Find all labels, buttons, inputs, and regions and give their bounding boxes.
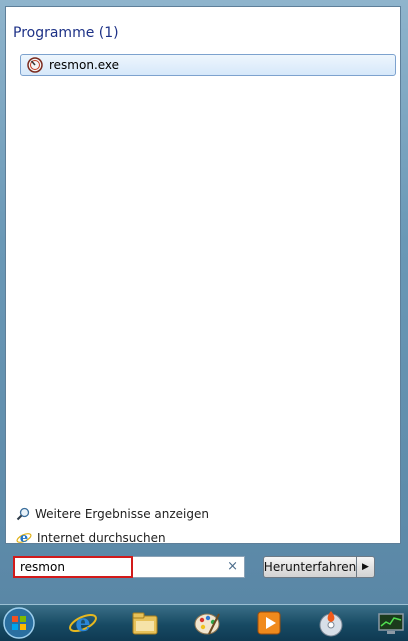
search-input[interactable] bbox=[13, 556, 133, 578]
taskbar: e bbox=[0, 604, 408, 641]
search-results-panel: Programme (1) resmon.exe Weitere Ergebni… bbox=[5, 6, 401, 546]
shutdown-options-arrow-icon[interactable]: ▶ bbox=[357, 556, 375, 578]
disc-burner-icon bbox=[319, 611, 343, 637]
taskbar-paint[interactable] bbox=[190, 606, 224, 640]
taskbar-windows-explorer[interactable] bbox=[128, 606, 162, 640]
start-menu: Programme (1) resmon.exe Weitere Ergebni… bbox=[0, 0, 408, 604]
taskbar-media-player[interactable] bbox=[252, 606, 286, 640]
internet-search-label: Internet durchsuchen bbox=[37, 531, 166, 545]
magnifier-icon bbox=[16, 507, 30, 521]
clear-search-icon[interactable]: × bbox=[227, 559, 238, 574]
taskbar-internet-explorer[interactable]: e bbox=[66, 606, 100, 640]
result-item-resmon[interactable]: resmon.exe bbox=[20, 54, 396, 76]
svg-text:e: e bbox=[75, 608, 90, 637]
resource-monitor-icon bbox=[27, 57, 43, 73]
windows-explorer-icon bbox=[132, 612, 158, 635]
svg-text:e: e bbox=[20, 531, 28, 546]
more-results-link[interactable]: Weitere Ergebnisse anzeigen bbox=[16, 507, 209, 521]
taskbar-disc-burner[interactable] bbox=[314, 606, 348, 640]
start-button[interactable] bbox=[2, 606, 36, 640]
resource-monitor-icon bbox=[378, 613, 404, 634]
result-item-label: resmon.exe bbox=[49, 58, 120, 72]
shutdown-group: Herunterfahren ▶ bbox=[263, 556, 375, 578]
internet-search-link[interactable]: e Internet durchsuchen bbox=[16, 530, 166, 546]
taskbar-resource-monitor[interactable] bbox=[374, 606, 408, 640]
start-menu-bottom-bar: × Herunterfahren ▶ bbox=[5, 548, 401, 594]
programs-group-title: Programme (1) bbox=[13, 25, 119, 41]
shutdown-button[interactable]: Herunterfahren bbox=[263, 556, 357, 578]
internet-explorer-icon: e bbox=[16, 531, 32, 546]
more-results-label: Weitere Ergebnisse anzeigen bbox=[35, 507, 209, 521]
search-box: × bbox=[13, 556, 245, 578]
internet-explorer-icon: e bbox=[69, 608, 97, 637]
start-orb-icon bbox=[3, 607, 35, 639]
paint-icon bbox=[194, 613, 220, 635]
media-player-icon bbox=[257, 611, 281, 635]
